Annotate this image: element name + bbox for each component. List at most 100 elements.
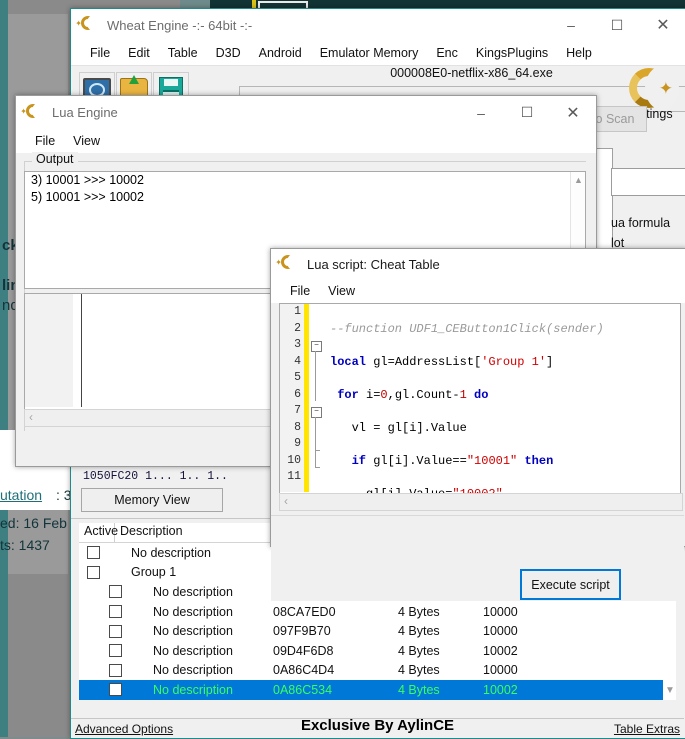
lua-script-menubar[interactable]: File View [271, 279, 685, 303]
row-address: 0A86C4D4 [273, 663, 398, 677]
row-active-cell [79, 546, 123, 559]
background-posts-text: ts: 1437 [0, 537, 50, 553]
wheat-title-text: Wheat Engine -:- 64bit -:- [107, 18, 252, 33]
output-label: Output [32, 152, 78, 166]
execute-script-button[interactable]: Execute script [520, 569, 621, 600]
menu-help[interactable]: Help [557, 46, 601, 60]
row-description: No description [145, 644, 273, 658]
row-active-cell [79, 566, 123, 579]
table-row[interactable]: No description0A86C4D44 Bytes10000 [79, 661, 676, 681]
menu-kingsplugins[interactable]: KingsPlugins [467, 46, 557, 60]
wheat-titlebar[interactable]: ✦ Wheat Engine -:- 64bit -:- – ☐ ✕ [71, 9, 685, 41]
lua-script-titlebar[interactable]: ✦ Lua script: Cheat Table [271, 249, 685, 279]
menu-enc[interactable]: Enc [427, 46, 467, 60]
maximize-button[interactable]: ☐ [504, 97, 550, 129]
active-checkbox[interactable] [87, 546, 100, 559]
wheat-menubar[interactable]: File Edit Table D3D Android Emulator Mem… [71, 41, 685, 65]
output-line-0: 3) 10001 >>> 10002 [25, 172, 585, 189]
option-lua-formula[interactable]: ua formula [611, 216, 670, 230]
table-extras-link[interactable]: Table Extras [614, 722, 684, 736]
scroll-down-icon[interactable]: ▼ [665, 685, 675, 696]
menu-view[interactable]: View [319, 284, 364, 298]
menu-emulator-memory[interactable]: Emulator Memory [311, 46, 428, 60]
output-line-1: 5) 10001 >>> 10002 [25, 189, 585, 206]
editor-gutter [25, 294, 73, 407]
code-line-3: for i=0,gl.Count-1 do [330, 387, 680, 404]
lua-script-title-text: Lua script: Cheat Table [307, 257, 440, 272]
active-checkbox[interactable] [109, 644, 122, 657]
row-description: No description [145, 585, 273, 599]
code-modified-marker [304, 304, 309, 492]
row-active-cell [79, 625, 145, 638]
fold-box-line5[interactable]: − [311, 407, 322, 418]
scroll-up-icon[interactable]: ▲ [574, 175, 583, 185]
minimize-button[interactable]: – [458, 97, 504, 129]
fold-box-line3[interactable]: − [311, 341, 322, 352]
line-number-6: 6 [280, 387, 304, 404]
code-fold-column[interactable]: − − [311, 304, 327, 492]
active-checkbox[interactable] [109, 605, 122, 618]
menu-file[interactable]: File [281, 284, 319, 298]
line-number-7: 7 [280, 403, 304, 420]
row-type: 4 Bytes [398, 624, 483, 638]
code-horizontal-scrollbar[interactable]: ‹ [279, 493, 683, 511]
column-active: Active [79, 523, 115, 542]
fold-end-3 [315, 467, 320, 468]
line-number-2: 2 [280, 321, 304, 338]
code-line-5: if gl[i].Value=="10001" then [330, 453, 680, 470]
row-value: 10000 [483, 624, 573, 638]
lua-script-window[interactable]: ✦ Lua script: Cheat Table File View 1234… [270, 248, 685, 547]
close-button[interactable]: ✕ [640, 9, 685, 41]
menu-file[interactable]: File [81, 46, 119, 60]
row-description: No description [145, 605, 273, 619]
row-type: 4 Bytes [398, 663, 483, 677]
row-value: 10000 [483, 663, 573, 677]
background-joined-text: ed: 16 Feb [0, 515, 67, 531]
row-value: 10000 [483, 605, 573, 619]
maximize-button[interactable]: ☐ [594, 9, 640, 41]
row-value: 10002 [483, 644, 573, 658]
lua-script-body: 1234567891011 − − --function UDF1_CEButt… [271, 303, 684, 546]
menu-view[interactable]: View [64, 134, 109, 148]
menu-table[interactable]: Table [159, 46, 207, 60]
line-number-1: 1 [280, 304, 304, 321]
close-button[interactable]: ✕ [550, 97, 596, 129]
row-active-cell [79, 664, 145, 677]
active-checkbox[interactable] [109, 585, 122, 598]
scroll-left-icon[interactable]: ‹ [29, 410, 33, 424]
menu-android[interactable]: Android [250, 46, 311, 60]
row-description: No description [123, 546, 273, 560]
lua-code-editor[interactable]: 1234567891011 − − --function UDF1_CEButt… [279, 303, 681, 495]
value-input[interactable] [611, 168, 685, 196]
minimize-button[interactable]: – [548, 9, 594, 41]
row-active-cell [79, 605, 145, 618]
wheat-window-controls[interactable]: – ☐ ✕ [548, 9, 685, 41]
code-lines: --function UDF1_CEButton1Click(sender) l… [330, 304, 680, 495]
table-row[interactable]: No description08CA7ED04 Bytes10000 [79, 602, 676, 622]
menu-file[interactable]: File [26, 134, 64, 148]
editor-gutter-divider [81, 294, 82, 407]
fold-line-3b [315, 450, 316, 467]
table-row[interactable]: No description09D4F6D84 Bytes10002 [79, 641, 676, 661]
row-address: 0A86C534 [273, 683, 398, 697]
line-number-10: 10 [280, 453, 304, 470]
row-description: Group 1 [123, 565, 273, 579]
menu-d3d[interactable]: D3D [207, 46, 250, 60]
table-row[interactable]: No description0A86C5344 Bytes10002 [79, 680, 676, 700]
active-checkbox[interactable] [109, 683, 122, 696]
lua-engine-window-controls[interactable]: – ☐ ✕ [458, 97, 596, 129]
background-reputation-link[interactable]: utation [0, 487, 42, 503]
crescent-moon-icon: ✦ [26, 104, 44, 122]
table-row[interactable]: No description097F9B704 Bytes10000 [79, 621, 676, 641]
scroll-left-icon[interactable]: ‹ [284, 494, 288, 508]
active-checkbox[interactable] [109, 625, 122, 638]
line-number-8: 8 [280, 420, 304, 437]
menu-edit[interactable]: Edit [119, 46, 159, 60]
lua-engine-titlebar[interactable]: ✦ Lua Engine – ☐ ✕ [16, 96, 596, 129]
row-value: 10002 [483, 683, 573, 697]
lua-engine-menubar[interactable]: File View [16, 129, 596, 153]
memory-view-button[interactable]: Memory View [81, 488, 223, 512]
line-number-4: 4 [280, 354, 304, 371]
active-checkbox[interactable] [109, 664, 122, 677]
active-checkbox[interactable] [87, 566, 100, 579]
